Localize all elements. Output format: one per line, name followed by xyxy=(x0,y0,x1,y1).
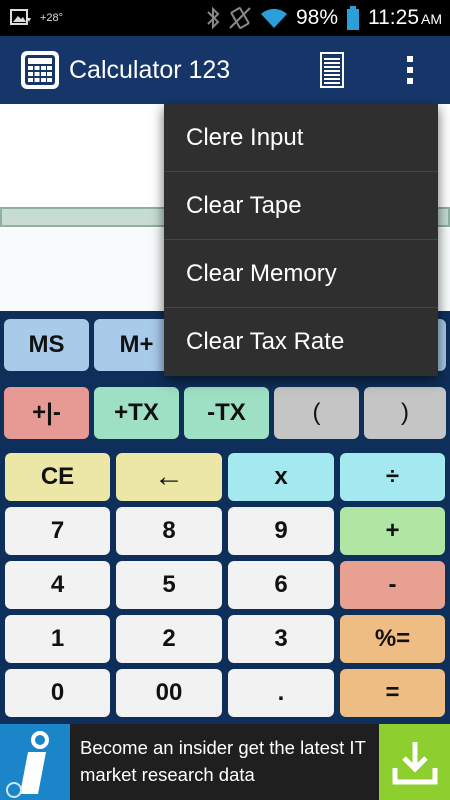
ad-text: Become an insider get the latest IT mark… xyxy=(80,737,366,785)
key-0[interactable]: 0 xyxy=(5,669,110,717)
key-subtract-tax[interactable]: -TX xyxy=(184,387,269,439)
key-00[interactable]: 00 xyxy=(116,669,222,717)
wifi-icon xyxy=(260,8,287,28)
key-7[interactable]: 7 xyxy=(5,507,110,555)
key-subtract[interactable]: - xyxy=(340,561,445,609)
clock-time: 11:25 xyxy=(368,6,419,29)
tape-icon xyxy=(320,52,344,88)
key-8[interactable]: 8 xyxy=(116,507,222,555)
vibrate-icon xyxy=(229,7,251,29)
calculator-app-icon[interactable] xyxy=(21,51,59,89)
ad-download-button[interactable] xyxy=(379,724,450,800)
image-notification-icon xyxy=(10,9,31,25)
menu-item-clear-memory[interactable]: Clear Memory xyxy=(164,240,438,308)
key-9[interactable]: 9 xyxy=(228,507,334,555)
overflow-menu: Clere Input Clear Tape Clear Memory Clea… xyxy=(164,104,438,376)
key-6[interactable]: 6 xyxy=(228,561,334,609)
key-decimal[interactable]: . xyxy=(228,669,334,717)
key-4[interactable]: 4 xyxy=(5,561,110,609)
key-memory-store[interactable]: MS xyxy=(4,319,89,371)
clock-ampm: AM xyxy=(421,11,442,27)
bluetooth-icon xyxy=(207,6,220,30)
clock: 11:25 AM xyxy=(368,6,442,30)
key-divide[interactable]: ÷ xyxy=(340,453,445,501)
key-5[interactable]: 5 xyxy=(116,561,222,609)
app-bar: Calculator 123 xyxy=(0,36,450,104)
info-logo-icon xyxy=(0,724,70,800)
menu-item-clear-input[interactable]: Clere Input xyxy=(164,104,438,172)
download-icon xyxy=(392,742,437,785)
menu-item-clear-tax-rate[interactable]: Clear Tax Rate xyxy=(164,308,438,376)
key-add-tax[interactable]: +TX xyxy=(94,387,179,439)
key-clear-entry[interactable]: CE xyxy=(5,453,110,501)
menu-item-clear-tape[interactable]: Clear Tape xyxy=(164,172,438,240)
overflow-menu-button[interactable] xyxy=(398,54,422,86)
key-3[interactable]: 3 xyxy=(228,615,334,663)
key-percent-equals[interactable]: %= xyxy=(340,615,445,663)
overflow-menu-icon xyxy=(407,56,413,84)
key-1[interactable]: 1 xyxy=(5,615,110,663)
key-open-paren[interactable]: ( xyxy=(274,387,359,439)
key-equals[interactable]: = xyxy=(340,669,445,717)
key-2[interactable]: 2 xyxy=(116,615,222,663)
battery-icon xyxy=(347,6,359,30)
tape-button[interactable] xyxy=(320,52,344,88)
ad-banner[interactable]: Become an insider get the latest IT mark… xyxy=(0,724,450,800)
temperature-readout: +28° xyxy=(40,12,64,24)
key-multiply[interactable]: x xyxy=(228,453,334,501)
status-bar: +28° 98% 11:25 AM xyxy=(0,0,450,36)
app-title: Calculator 123 xyxy=(69,56,231,84)
key-close-paren[interactable]: ) xyxy=(364,387,446,439)
key-backspace[interactable]: ← xyxy=(116,453,222,501)
battery-percent: 98% xyxy=(295,6,338,29)
key-plus-minus[interactable]: +|- xyxy=(4,387,89,439)
key-add[interactable]: + xyxy=(340,507,445,555)
